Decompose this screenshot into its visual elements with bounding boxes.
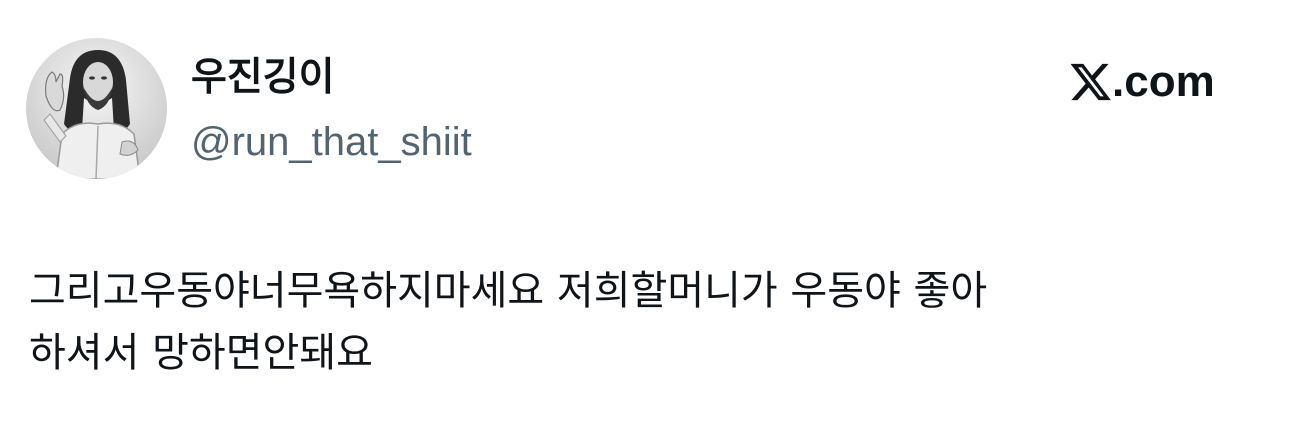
tweet-line: 하셔서 망하면안돼요 — [29, 330, 373, 376]
tweet-body: 그리고우동야너무욕하지마세요 저희할머니가 우동야 좋아 하셔서 망하면안돼요 — [29, 260, 987, 384]
x-logo-icon — [1071, 63, 1111, 101]
avatar-portrait-icon — [26, 38, 167, 179]
author-avatar[interactable] — [26, 38, 167, 179]
tweet-card: 우진깅이 @run_that_shiit .com 그리고우동야너무욕하지마세요… — [0, 0, 1290, 427]
author-handle[interactable]: @run_that_shiit — [191, 114, 472, 170]
tweet-line: 그리고우동야너무욕하지마세요 저희할머니가 우동야 좋아 — [29, 268, 988, 314]
brand-watermark: .com — [1071, 56, 1215, 108]
brand-domain-text: .com — [1112, 57, 1215, 106]
author-display-name[interactable]: 우진깅이 — [191, 50, 335, 106]
